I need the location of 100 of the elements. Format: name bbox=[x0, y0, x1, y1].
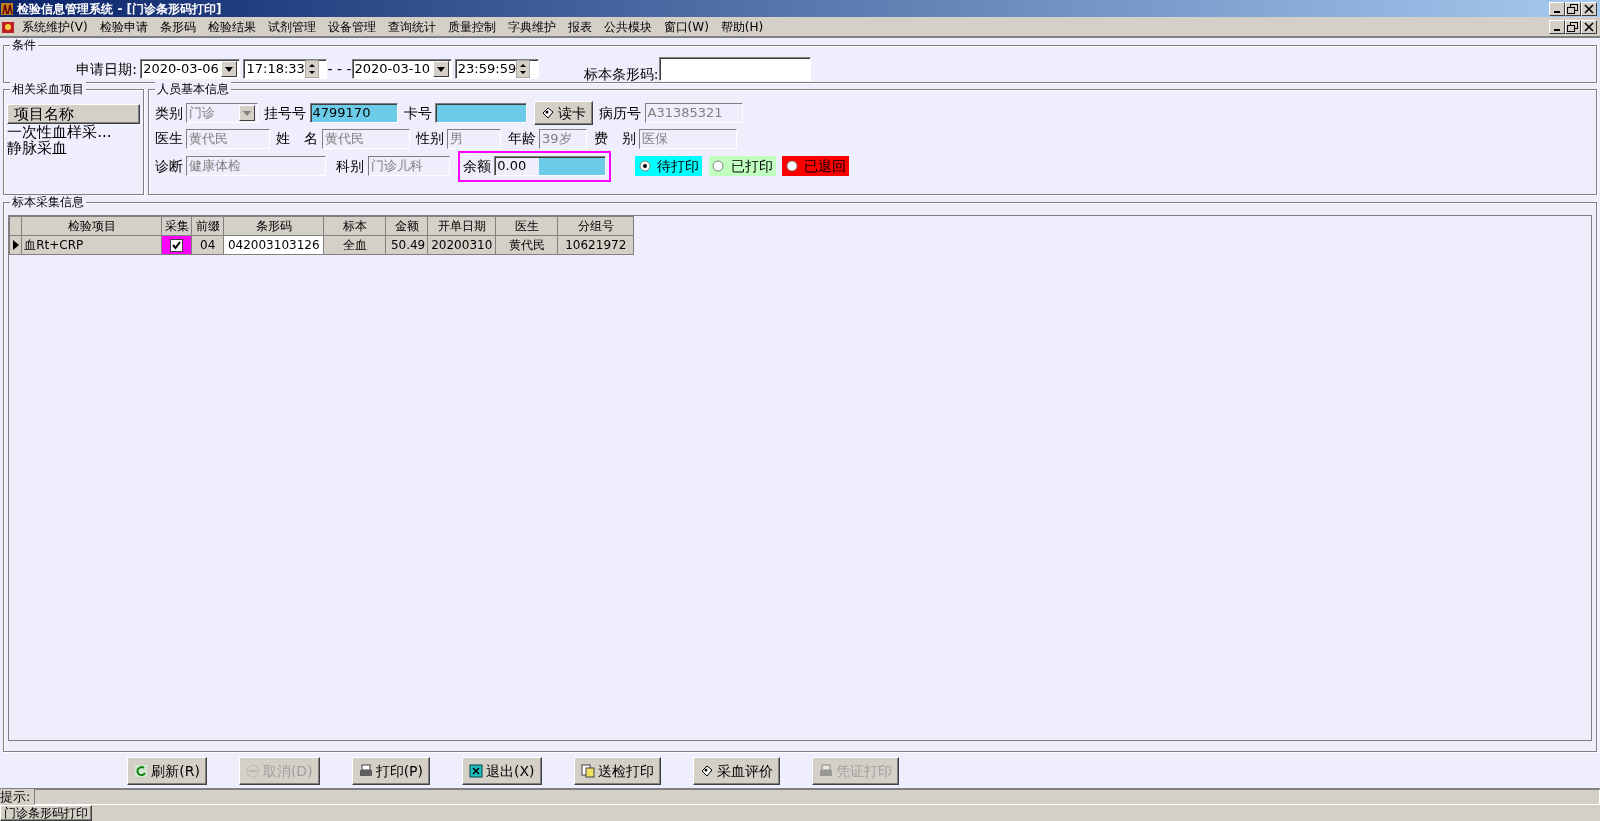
start-time-field[interactable]: 17:18:33 bbox=[243, 59, 328, 79]
printer-icon bbox=[358, 764, 373, 778]
field-input[interactable]: 男 bbox=[447, 128, 502, 149]
menu-item[interactable]: 系统维护(V) bbox=[16, 17, 94, 36]
list-item[interactable]: 静脉采血 bbox=[7, 140, 141, 156]
column-header[interactable]: 金额 bbox=[385, 216, 428, 235]
field-input[interactable]: 0.00 bbox=[494, 156, 607, 176]
end-date-field[interactable]: 2020-03-10 bbox=[351, 59, 452, 79]
column-header[interactable]: 检验项目 bbox=[21, 216, 162, 235]
table-cell: 50.49 bbox=[385, 235, 428, 254]
field-input[interactable] bbox=[435, 103, 528, 123]
minimize-button[interactable] bbox=[1548, 19, 1565, 34]
menu-item[interactable]: 设备管理 bbox=[321, 17, 382, 36]
table-cell: 04 bbox=[191, 235, 224, 254]
column-header[interactable]: 前缀 bbox=[191, 216, 224, 235]
field-label: 医生 bbox=[154, 129, 183, 149]
printer-icon bbox=[818, 764, 833, 778]
dropdown-arrow-icon bbox=[242, 110, 251, 116]
menu-item[interactable]: 质量控制 bbox=[441, 17, 502, 36]
documents-icon bbox=[580, 764, 595, 778]
menu-item[interactable]: 帮助(H) bbox=[714, 17, 770, 36]
field-label: 姓 名 bbox=[276, 129, 319, 149]
menu-item[interactable]: 窗口(W) bbox=[657, 17, 715, 36]
checkbox-icon bbox=[170, 238, 184, 252]
field-label: 年龄 bbox=[507, 129, 536, 149]
list-item[interactable]: 一次性血样采... bbox=[7, 124, 141, 140]
radio-icon bbox=[785, 160, 798, 172]
toolbar-button[interactable]: 刷新(R) bbox=[127, 757, 207, 785]
restore-icon bbox=[1567, 3, 1579, 14]
table-cell: 10621972 bbox=[557, 235, 634, 254]
column-header[interactable]: 条形码 bbox=[223, 216, 324, 235]
status-radio[interactable]: 待打印 bbox=[635, 156, 703, 176]
dropdown-arrow-icon bbox=[436, 66, 445, 72]
section-legend: 人员基本信息 bbox=[154, 82, 231, 96]
restore-icon bbox=[1567, 21, 1579, 32]
menu-item[interactable]: 试剂管理 bbox=[261, 17, 322, 36]
column-header[interactable]: 项目名称 bbox=[7, 104, 141, 124]
status-radio[interactable]: 已打印 bbox=[708, 156, 776, 176]
read-card-button[interactable]: 读卡 bbox=[533, 101, 593, 125]
barcode-label: 标本条形码: bbox=[583, 64, 659, 84]
field-input[interactable]: 健康体检 bbox=[185, 156, 326, 176]
table-cell: 黄代民 bbox=[495, 235, 558, 254]
field-input[interactable]: 门诊儿科 bbox=[367, 156, 450, 176]
start-date-field[interactable]: 2020-03-06 bbox=[140, 59, 241, 79]
end-time-field[interactable]: 23:59:59 bbox=[454, 59, 539, 79]
field-label: 类别 bbox=[154, 103, 183, 123]
window-title: 检验信息管理系统 - [门诊条形码打印] bbox=[17, 0, 222, 18]
status-radio[interactable]: 已退回 bbox=[782, 156, 850, 176]
menu-item[interactable]: 字典维护 bbox=[501, 17, 562, 36]
field-label: 诊断 bbox=[154, 156, 183, 176]
barcode-input[interactable] bbox=[658, 57, 811, 81]
app-icon bbox=[0, 1, 14, 16]
close-icon bbox=[1583, 3, 1594, 14]
toolbar-button[interactable]: 采血评价 bbox=[692, 757, 780, 785]
field-input[interactable]: 门诊 bbox=[185, 103, 258, 123]
menu-item[interactable]: 检验申请 bbox=[93, 17, 154, 36]
field-label: 卡号 bbox=[404, 103, 432, 123]
menu-item[interactable]: 公共模块 bbox=[597, 17, 658, 36]
field-label: 科别 bbox=[336, 156, 365, 176]
current-row-icon bbox=[12, 240, 19, 250]
table-cell: 20200310 bbox=[427, 235, 496, 254]
field-label: 病历号 bbox=[599, 103, 642, 123]
column-header[interactable]: 开单日期 bbox=[427, 216, 496, 235]
field-input[interactable]: 医保 bbox=[638, 128, 737, 149]
column-header[interactable]: 分组号 bbox=[557, 216, 634, 235]
minimize-button[interactable] bbox=[1548, 1, 1565, 16]
column-header[interactable]: 医生 bbox=[495, 216, 558, 235]
close-box-icon bbox=[469, 764, 483, 778]
field-input[interactable]: 4799170 bbox=[309, 103, 398, 123]
section-legend: 条件 bbox=[10, 37, 39, 52]
section-legend: 相关采血项目 bbox=[10, 82, 87, 96]
menu-item[interactable]: 条形码 bbox=[153, 17, 202, 36]
field-input[interactable]: 黄代民 bbox=[185, 128, 270, 149]
table-cell: 血Rt+CRP bbox=[21, 235, 162, 254]
refresh-icon bbox=[134, 764, 149, 778]
field-label: 性别 bbox=[416, 129, 444, 149]
window-tab[interactable]: 门诊条形码打印 bbox=[0, 805, 92, 821]
menu-item[interactable]: 报表 bbox=[561, 17, 598, 36]
minimize-icon bbox=[1553, 10, 1560, 13]
field-input[interactable]: 39岁 bbox=[539, 128, 587, 149]
toolbar-button[interactable]: 打印(P) bbox=[351, 757, 430, 785]
menu-item[interactable]: 检验结果 bbox=[201, 17, 262, 36]
radio-icon bbox=[638, 160, 651, 172]
column-header[interactable]: 采集 bbox=[161, 216, 192, 235]
tag-icon bbox=[699, 764, 714, 778]
dropdown-arrow-icon bbox=[225, 66, 234, 72]
table-cell: 全血 bbox=[323, 235, 386, 254]
column-header[interactable]: 标本 bbox=[323, 216, 386, 235]
field-label: 余额 bbox=[463, 156, 491, 176]
toolbar-button[interactable]: 送检打印 bbox=[573, 757, 661, 785]
menu-item[interactable]: 查询统计 bbox=[381, 17, 442, 36]
field-label: 费 别 bbox=[593, 129, 636, 149]
status-label: 提示: bbox=[0, 788, 31, 807]
spinner-icon[interactable] bbox=[516, 60, 531, 78]
range-separator: - - - bbox=[327, 59, 352, 79]
field-input[interactable]: 黄代民 bbox=[321, 128, 410, 149]
spinner-icon[interactable] bbox=[304, 60, 319, 78]
toolbar-button[interactable]: 退出(X) bbox=[462, 757, 542, 785]
close-icon bbox=[1583, 21, 1594, 32]
minimize-icon bbox=[1553, 28, 1560, 31]
